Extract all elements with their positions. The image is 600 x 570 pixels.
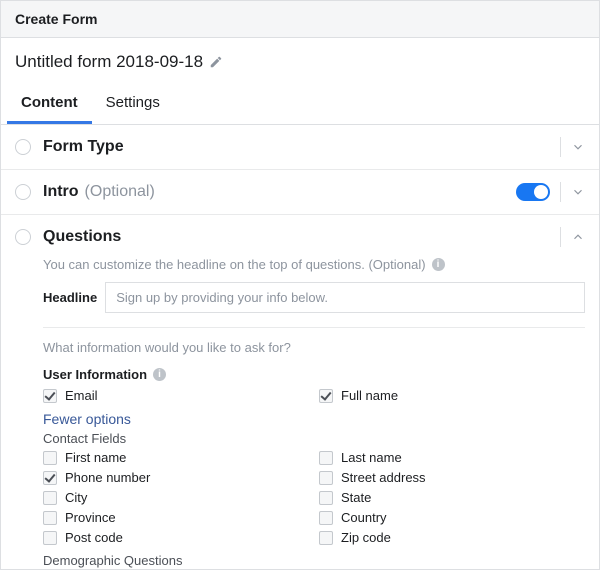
chevron-down-icon[interactable] <box>571 185 585 199</box>
checkbox-label: Zip code <box>341 530 391 545</box>
section-title-questions: Questions <box>43 228 121 246</box>
checkbox-label: Province <box>65 510 116 525</box>
checkbox-label: Street address <box>341 470 426 485</box>
user-info-label: User Information <box>43 367 147 382</box>
dialog-title: Create Form <box>15 11 97 27</box>
checkbox-state[interactable]: State <box>319 490 585 505</box>
tab-content[interactable]: Content <box>7 82 92 124</box>
checkbox-firstname[interactable]: First name <box>43 450 309 465</box>
checkbox-icon <box>319 389 333 403</box>
checkbox-city[interactable]: City <box>43 490 309 505</box>
divider <box>560 227 561 247</box>
section-intro: Intro (Optional) <box>1 170 599 215</box>
checkbox-icon <box>43 471 57 485</box>
questions-helper-text: You can customize the headline on the to… <box>43 257 426 272</box>
tab-settings-label: Settings <box>106 94 160 111</box>
dialog-header: Create Form <box>1 1 599 38</box>
checkbox-lastname[interactable]: Last name <box>319 450 585 465</box>
tabs: Content Settings <box>1 82 599 125</box>
chevron-up-icon[interactable] <box>571 230 585 244</box>
info-icon[interactable]: i <box>432 258 445 271</box>
divider <box>560 137 561 157</box>
checkbox-zip[interactable]: Zip code <box>319 530 585 545</box>
form-scroll-area[interactable]: Form Type Intro (Optional) <box>1 125 599 569</box>
intro-toggle[interactable] <box>516 183 550 201</box>
section-questions: Questions You can customize the headline… <box>1 215 599 569</box>
checkbox-fullname[interactable]: Full name <box>319 388 585 403</box>
chevron-down-icon[interactable] <box>571 140 585 154</box>
section-title-form-type: Form Type <box>43 138 124 156</box>
checkbox-province[interactable]: Province <box>43 510 309 525</box>
fewer-options-link[interactable]: Fewer options <box>43 411 585 427</box>
headline-input[interactable] <box>105 282 585 313</box>
checkbox-label: Phone number <box>65 470 150 485</box>
section-radio-questions[interactable] <box>15 229 31 245</box>
divider <box>43 327 585 328</box>
user-info-subhead: User Information i <box>43 367 585 382</box>
form-title: Untitled form 2018-09-18 <box>15 52 203 72</box>
fewer-options-label: Fewer options <box>43 411 131 427</box>
section-radio-form-type[interactable] <box>15 139 31 155</box>
checkbox-email[interactable]: Email <box>43 388 309 403</box>
questions-prompt: What information would you like to ask f… <box>43 340 585 355</box>
intro-optional-label: (Optional) <box>85 183 155 201</box>
edit-title-icon[interactable] <box>209 55 223 69</box>
checkbox-icon <box>43 491 57 505</box>
demographic-label: Demographic Questions <box>43 553 585 568</box>
checkbox-phone[interactable]: Phone number <box>43 470 309 485</box>
checkbox-icon <box>43 389 57 403</box>
checkbox-country[interactable]: Country <box>319 510 585 525</box>
contact-fields-label: Contact Fields <box>43 431 585 446</box>
checkbox-label: State <box>341 490 371 505</box>
form-title-row: Untitled form 2018-09-18 <box>1 38 599 82</box>
checkbox-icon <box>43 531 57 545</box>
section-title-intro: Intro <box>43 183 79 201</box>
checkbox-label: Post code <box>65 530 123 545</box>
headline-label: Headline <box>43 290 97 305</box>
divider <box>560 182 561 202</box>
section-form-type: Form Type <box>1 125 599 170</box>
questions-prompt-text: What information would you like to ask f… <box>43 340 291 355</box>
questions-body: You can customize the headline on the to… <box>43 257 585 569</box>
checkbox-icon <box>319 531 333 545</box>
checkbox-label: Last name <box>341 450 402 465</box>
checkbox-label: City <box>65 490 87 505</box>
checkbox-postcode[interactable]: Post code <box>43 530 309 545</box>
checkbox-label: Email <box>65 388 98 403</box>
checkbox-icon <box>43 451 57 465</box>
checkbox-label: Country <box>341 510 387 525</box>
section-radio-intro[interactable] <box>15 184 31 200</box>
tab-settings[interactable]: Settings <box>92 82 174 124</box>
checkbox-icon <box>43 511 57 525</box>
info-icon[interactable]: i <box>153 368 166 381</box>
checkbox-label: Full name <box>341 388 398 403</box>
checkbox-icon <box>319 451 333 465</box>
tab-content-label: Content <box>21 94 78 111</box>
checkbox-label: First name <box>65 450 126 465</box>
questions-helper: You can customize the headline on the to… <box>43 257 585 272</box>
checkbox-street[interactable]: Street address <box>319 470 585 485</box>
checkbox-icon <box>319 471 333 485</box>
checkbox-icon <box>319 511 333 525</box>
checkbox-icon <box>319 491 333 505</box>
